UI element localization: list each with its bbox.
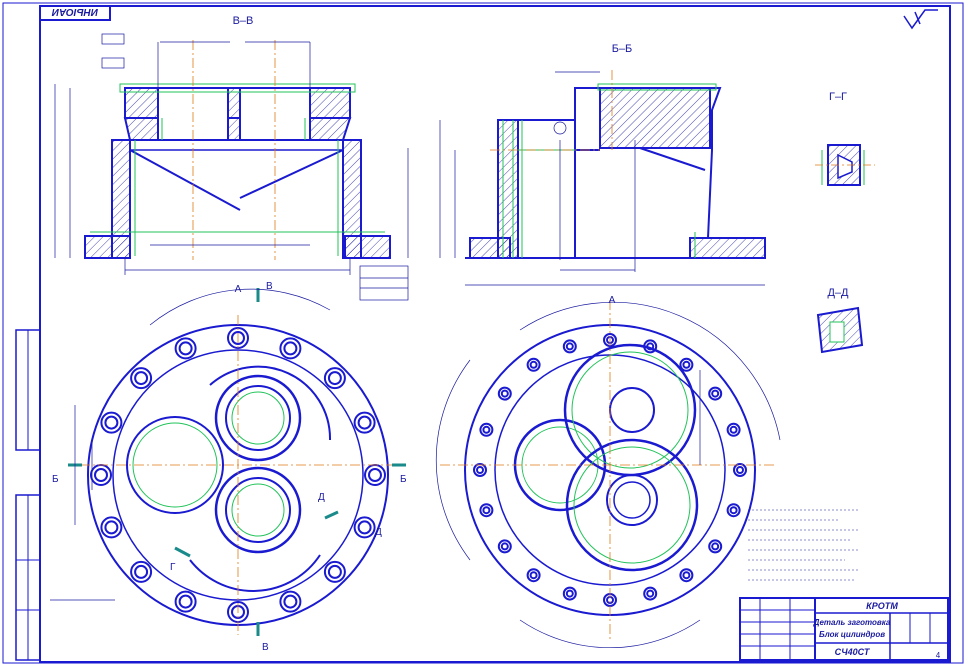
bolt-hole: [368, 468, 382, 482]
bolt-hole: [711, 542, 720, 551]
bolt-hole: [357, 415, 372, 430]
section-vv-label: В–В: [233, 15, 254, 27]
bolt-hole: [646, 589, 655, 598]
bolt-hole: [497, 386, 512, 401]
bolt-hole: [529, 571, 538, 580]
stamp-code: ИНЫОАИ: [51, 6, 98, 17]
bolt-hole: [500, 542, 509, 551]
bolt-hole: [708, 386, 723, 401]
section-bb-label: Б–Б: [612, 43, 633, 55]
bolt-hole: [526, 568, 541, 583]
bolt-hole: [562, 339, 577, 354]
title-material: СЧ40СТ: [835, 647, 871, 657]
engineering-drawing: ИНЫОАИ В–В А Б–Б Г–Г Д–Д В В Б Б Г Д Д А…: [2, 2, 964, 664]
bolt-hole: [104, 520, 119, 535]
bolt-hole: [726, 503, 741, 518]
bolt-hole: [473, 463, 487, 477]
section-dd-label: Д–Д: [827, 287, 849, 299]
bolt-hole: [479, 503, 494, 518]
marker-b-left: Б: [52, 474, 59, 485]
bolt-hole: [729, 425, 738, 434]
left-margin-strips: [15, 329, 41, 661]
title-part-line1: Деталь заготовка: [813, 618, 891, 627]
marker-g: Г: [170, 562, 176, 573]
marker-d2: Д: [375, 527, 382, 538]
title-sheet: 4: [936, 651, 941, 660]
bolt-hole: [104, 415, 119, 430]
bolt-hole: [733, 463, 747, 477]
bolt-hole: [682, 360, 691, 369]
bolt-hole: [134, 371, 149, 386]
marker-d1: Д: [318, 492, 325, 503]
bolt-hole: [736, 466, 744, 474]
section-dd: Д–Д: [816, 287, 864, 354]
bolt-hole: [679, 357, 694, 372]
bolt-hole: [283, 341, 298, 356]
bolt-hole: [283, 594, 298, 609]
bolt-hole: [562, 586, 577, 601]
plan-view-right: А: [435, 295, 860, 648]
marker-b-right: Б: [400, 474, 407, 485]
section-gg: Г–Г: [815, 91, 875, 186]
bolt-hole: [482, 425, 491, 434]
bolt-hole: [711, 389, 720, 398]
bolt-hole: [327, 564, 342, 579]
bolt-hole: [729, 506, 738, 515]
bolt-hole: [679, 568, 694, 583]
section-gg-label: Г–Г: [829, 91, 847, 103]
section-bb: Б–Б: [439, 43, 766, 286]
stamp-box: ИНЫОАИ: [39, 5, 111, 21]
bolt-hole: [357, 520, 372, 535]
bolt-hole: [178, 594, 193, 609]
plan-view-left: В В Б Б Г Д Д: [50, 281, 407, 653]
marker-v-bottom: В: [262, 642, 269, 653]
bolt-hole: [476, 466, 484, 474]
bolt-hole: [565, 342, 574, 351]
bolt-hole: [178, 341, 193, 356]
bolt-hole: [726, 422, 741, 437]
bolt-hole: [708, 539, 723, 554]
bolt-hole: [327, 371, 342, 386]
bolt-hole: [682, 571, 691, 580]
title-part-line2: Блок цилиндров: [819, 630, 885, 639]
section-vv: В–В А: [54, 15, 409, 301]
bolt-hole: [565, 589, 574, 598]
bolt-hole: [497, 539, 512, 554]
title-org: КРОТМ: [866, 601, 898, 611]
marker-a-right: А: [609, 295, 616, 306]
bolt-hole: [500, 389, 509, 398]
bolt-hole: [482, 506, 491, 515]
bolt-hole: [479, 422, 494, 437]
bolt-hole: [529, 360, 538, 369]
bolt-hole: [134, 564, 149, 579]
roughness-symbol-icon: [903, 9, 938, 30]
bolt-hole: [94, 468, 108, 482]
bolt-hole: [526, 357, 541, 372]
bolt-hole: [643, 586, 658, 601]
